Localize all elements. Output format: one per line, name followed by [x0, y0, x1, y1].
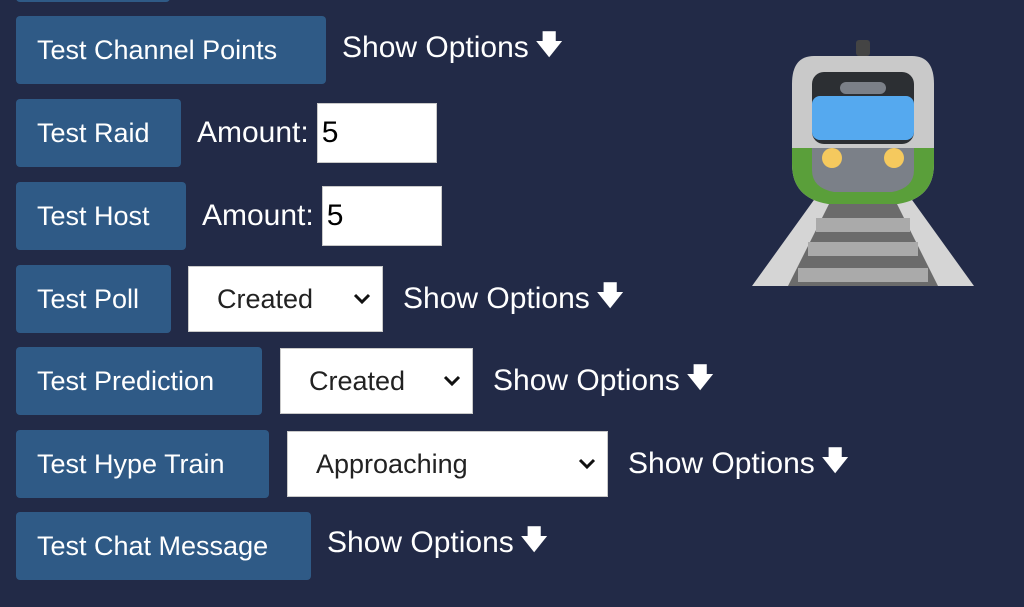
row-host: Test Host Amount: 5 — [16, 182, 442, 250]
show-options-label: Show Options — [342, 31, 529, 64]
show-options-link[interactable]: Show Options 🡇 — [327, 519, 549, 567]
show-options-link[interactable]: Show Options 🡇 — [342, 24, 564, 72]
down-arrow-icon: 🡇 — [519, 524, 549, 555]
chevron-down-icon — [578, 458, 596, 470]
poll-status-value: Created — [217, 283, 314, 314]
down-arrow-icon: 🡇 — [534, 29, 564, 60]
prediction-status-value: Created — [309, 365, 406, 396]
row-raid: Test Raid Amount: 5 — [16, 99, 437, 167]
test-chat-message-button[interactable]: Test Chat Message — [16, 512, 311, 580]
train-icon — [752, 40, 974, 286]
down-arrow-icon: 🡇 — [595, 280, 625, 311]
show-options-link[interactable]: Show Options 🡇 — [493, 357, 715, 405]
previous-button-partial[interactable] — [16, 0, 170, 2]
raid-amount-input[interactable]: 5 — [316, 103, 437, 163]
show-options-link[interactable]: Show Options 🡇 — [628, 440, 850, 488]
test-raid-button[interactable]: Test Raid — [16, 99, 181, 167]
show-options-label: Show Options — [628, 447, 815, 480]
chevron-down-icon — [443, 375, 461, 387]
raid-amount-label: Amount: — [197, 116, 309, 149]
row-poll: Test Poll Created Show Options 🡇 — [16, 265, 625, 333]
row-prediction: Test Prediction Created Show Options 🡇 — [16, 347, 715, 415]
hype-train-status-select[interactable]: Approaching — [287, 431, 608, 497]
down-arrow-icon: 🡇 — [820, 445, 850, 476]
test-poll-button[interactable]: Test Poll — [16, 265, 171, 333]
test-hype-train-button[interactable]: Test Hype Train — [16, 430, 269, 498]
poll-status-select[interactable]: Created — [188, 266, 383, 332]
show-options-label: Show Options — [327, 526, 514, 559]
down-arrow-icon: 🡇 — [685, 362, 715, 393]
test-channel-points-button[interactable]: Test Channel Points — [16, 16, 326, 84]
show-options-link[interactable]: Show Options 🡇 — [403, 275, 625, 323]
show-options-label: Show Options — [403, 282, 590, 315]
test-host-button[interactable]: Test Host — [16, 182, 186, 250]
host-amount-input[interactable]: 5 — [321, 186, 442, 246]
host-amount-label: Amount: — [202, 199, 314, 232]
row-channel-points: Test Channel Points Show Options 🡇 — [16, 16, 564, 84]
hype-train-status-value: Approaching — [316, 448, 468, 479]
chevron-down-icon — [353, 293, 371, 305]
row-chat-message: Test Chat Message Show Options 🡇 — [16, 512, 549, 580]
row-hype-train: Test Hype Train Approaching Show Options… — [16, 430, 850, 498]
show-options-label: Show Options — [493, 364, 680, 397]
test-prediction-button[interactable]: Test Prediction — [16, 347, 262, 415]
prediction-status-select[interactable]: Created — [280, 348, 473, 414]
